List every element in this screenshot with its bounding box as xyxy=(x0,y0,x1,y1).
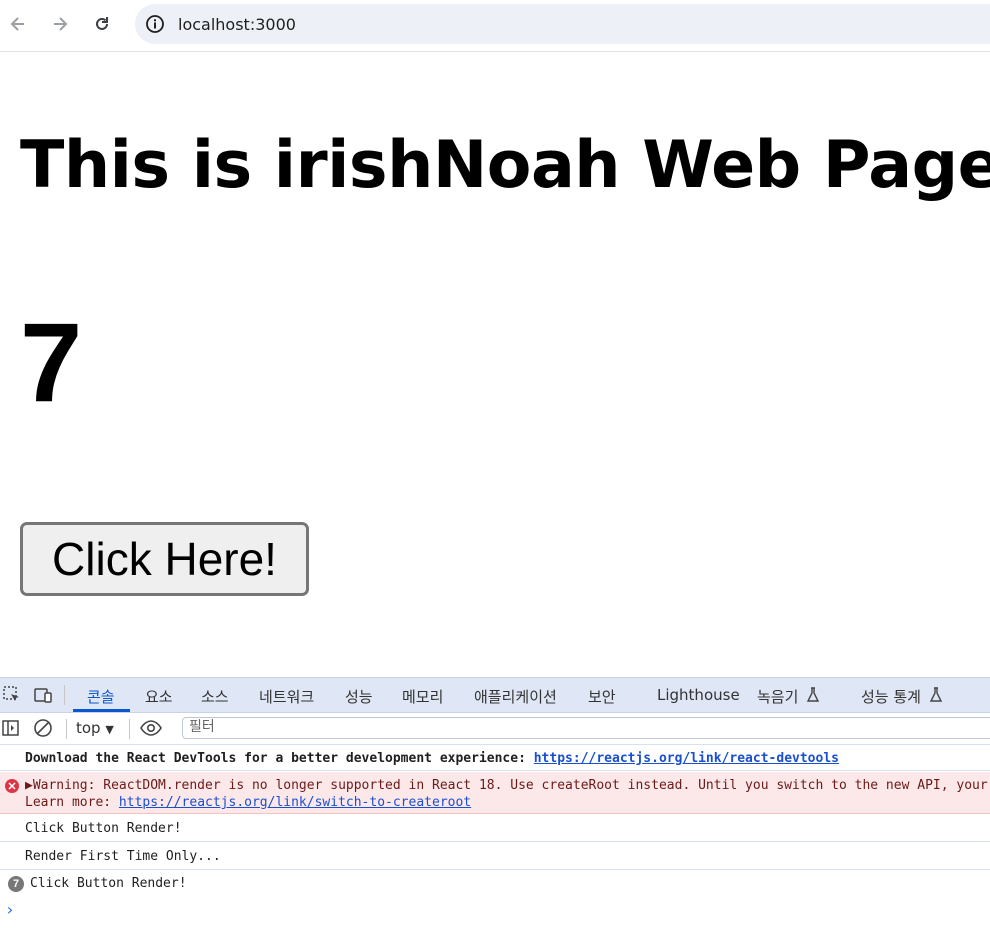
console-message: Click Button Render! xyxy=(0,815,990,842)
tab-application[interactable]: 애플리케이션 xyxy=(474,686,557,707)
tab-lighthouse[interactable]: Lighthouse xyxy=(657,686,740,704)
inspect-element-icon[interactable] xyxy=(2,685,22,705)
reload-icon[interactable] xyxy=(87,8,117,40)
active-tab-indicator xyxy=(73,709,130,712)
counter-value: 7 xyxy=(20,300,83,425)
click-here-button[interactable]: Click Here! xyxy=(20,522,309,596)
browser-toolbar: localhost:3000 xyxy=(0,0,990,52)
filter-input-wrapper xyxy=(182,717,990,739)
tab-performance[interactable]: 성능 xyxy=(345,686,373,707)
flask-icon xyxy=(929,687,943,703)
warning-line-1[interactable]: ▶Warning: ReactDOM.render is no longer s… xyxy=(25,778,990,793)
tab-security[interactable]: 보안 xyxy=(588,686,616,707)
tab-elements[interactable]: 요소 xyxy=(145,686,173,707)
dropdown-arrow-icon: ▼ xyxy=(105,723,114,736)
eye-icon[interactable] xyxy=(140,718,162,738)
context-value: top xyxy=(76,719,101,737)
address-bar[interactable]: localhost:3000 xyxy=(135,4,990,44)
toolbar-divider xyxy=(129,719,130,739)
console-prompt-icon[interactable]: › xyxy=(5,900,15,919)
console-toolbar: top ▼ xyxy=(0,713,990,745)
flask-icon xyxy=(806,687,820,703)
page-title: This is irishNoah Web Page! xyxy=(20,128,990,203)
repeat-count-badge: 7 xyxy=(8,876,24,892)
createroot-link[interactable]: https://reactjs.org/link/switch-to-creat… xyxy=(119,795,471,810)
tab-console[interactable]: 콘솔 xyxy=(87,686,115,707)
sidebar-toggle-icon[interactable] xyxy=(1,718,21,738)
tab-network[interactable]: 네트워크 xyxy=(259,686,314,707)
console-message: Render First Time Only... xyxy=(0,843,990,870)
forward-arrow-icon[interactable] xyxy=(45,8,75,40)
message-text: Download the React DevTools for a better… xyxy=(25,751,534,766)
context-selector[interactable]: top ▼ xyxy=(76,719,114,737)
error-icon: ✕ xyxy=(5,779,19,793)
tab-sources[interactable]: 소스 xyxy=(201,686,229,707)
learn-more-label: Learn more: xyxy=(25,795,119,810)
react-devtools-link[interactable]: https://reactjs.org/link/react-devtools xyxy=(534,751,839,766)
tab-memory[interactable]: 메모리 xyxy=(402,686,443,707)
console-message: 7 Click Button Render! xyxy=(0,871,990,897)
message-text: Render First Time Only... xyxy=(25,849,221,864)
url-text[interactable]: localhost:3000 xyxy=(178,15,296,34)
tab-performance-insights[interactable]: 성능 통계 xyxy=(861,686,921,707)
filter-input[interactable] xyxy=(183,718,973,736)
message-text: Click Button Render! xyxy=(25,821,182,836)
site-info-icon[interactable] xyxy=(145,14,165,34)
message-text: Click Button Render! xyxy=(30,876,187,891)
devtools-panel: 콘솔 요소 소스 네트워크 성능 메모리 애플리케이션 보안 Lighthous… xyxy=(0,677,990,941)
console-warning-message: ✕ ▶Warning: ReactDOM.render is no longer… xyxy=(0,772,990,814)
clear-console-icon[interactable] xyxy=(33,718,53,738)
toolbar-divider xyxy=(64,685,65,705)
tab-recorder[interactable]: 녹음기 xyxy=(757,686,798,707)
back-arrow-icon[interactable] xyxy=(3,8,33,40)
console-message: Download the React DevTools for a better… xyxy=(0,745,990,771)
toolbar-divider xyxy=(66,719,67,739)
device-toggle-icon[interactable] xyxy=(33,685,53,705)
devtools-tabbar: 콘솔 요소 소스 네트워크 성능 메모리 애플리케이션 보안 Lighthous… xyxy=(0,678,990,713)
